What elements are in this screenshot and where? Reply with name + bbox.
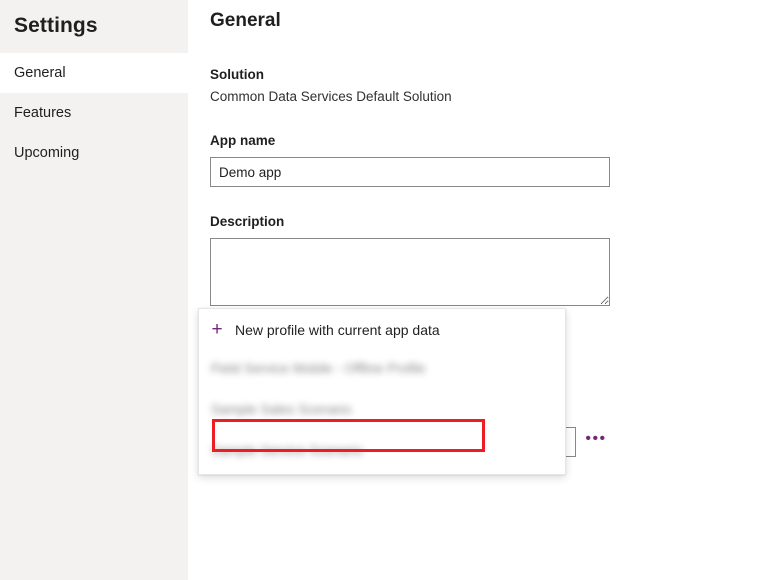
- sidebar-nav-list: General Features Upcoming: [0, 53, 188, 173]
- sidebar-title: Settings: [0, 0, 188, 40]
- sidebar-item-label: Upcoming: [14, 145, 79, 161]
- app-name-input[interactable]: [210, 157, 610, 187]
- sidebar-item-label: General: [14, 65, 66, 81]
- ellipsis-icon: •••: [585, 434, 606, 444]
- settings-sidebar: Settings General Features Upcoming: [0, 0, 188, 580]
- sidebar-item-label: Features: [14, 105, 71, 121]
- solution-label: Solution: [210, 66, 765, 84]
- dropdown-item-option[interactable]: Sample Sales Scenario: [199, 389, 565, 430]
- plus-icon: +: [209, 323, 225, 337]
- description-label: Description: [210, 213, 765, 231]
- page-title: General: [210, 8, 765, 34]
- sidebar-item-general[interactable]: General: [0, 53, 188, 93]
- solution-value: Common Data Services Default Solution: [210, 88, 765, 106]
- settings-main-panel: General Solution Common Data Services De…: [188, 0, 765, 580]
- app-name-label-text: App name: [210, 132, 275, 150]
- profile-dropdown-callout: + New profile with current app data Fiel…: [198, 308, 566, 475]
- settings-page: Settings General Features Upcoming Gener…: [0, 0, 765, 580]
- sidebar-item-features[interactable]: Features: [0, 93, 188, 133]
- app-name-label: App name: [210, 132, 765, 150]
- dropdown-item-label: Sample Sales Scenario: [211, 402, 351, 417]
- dropdown-item-label: Sample Service Scenario: [211, 443, 363, 458]
- dropdown-item-label: Field Service Mobile - Offline Profile: [211, 361, 425, 376]
- dropdown-item-option[interactable]: Sample Service Scenario: [199, 430, 565, 471]
- description-label-text: Description: [210, 213, 284, 231]
- sidebar-item-upcoming[interactable]: Upcoming: [0, 133, 188, 173]
- dropdown-item-label: New profile with current app data: [235, 322, 440, 338]
- more-options-button[interactable]: •••: [582, 428, 610, 456]
- description-textarea[interactable]: [210, 238, 610, 306]
- dropdown-item-option[interactable]: Field Service Mobile - Offline Profile: [199, 348, 565, 389]
- dropdown-item-new-profile[interactable]: + New profile with current app data: [199, 312, 565, 348]
